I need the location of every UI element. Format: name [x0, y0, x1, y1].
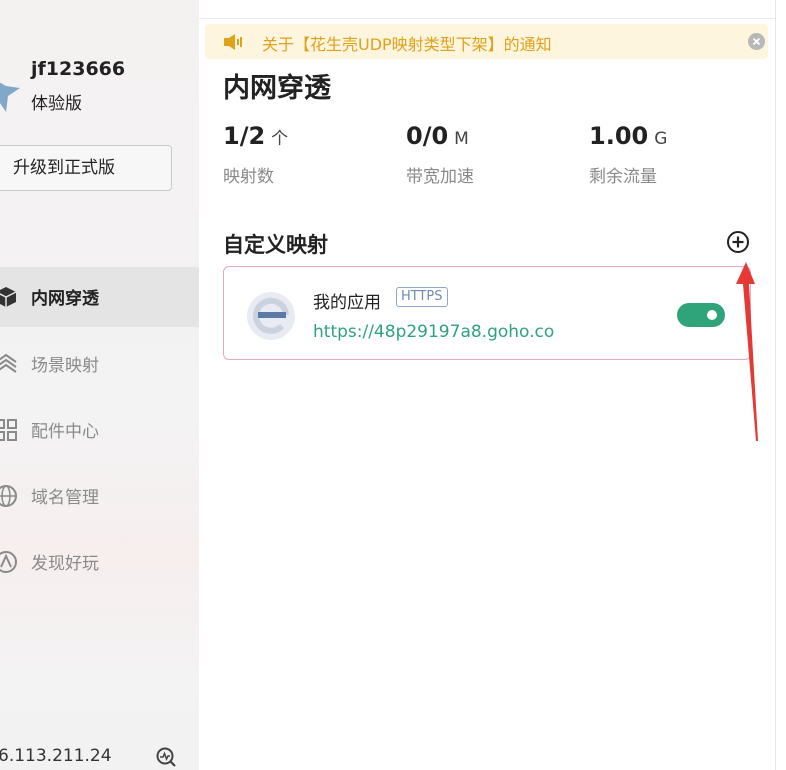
grid-icon [0, 419, 17, 441]
main-panel: 关于【花生壳UDP映射类型下架】的通知 内网穿透 1/2 个 映射数 0/0 M 带… [199, 0, 775, 770]
stat-unit: M [454, 129, 469, 149]
protocol-badge: HTTPS [396, 287, 448, 307]
sidebar-item-accessories[interactable]: 配件中心 [0, 400, 199, 460]
sidebar-item-label: 发现好玩 [31, 554, 99, 574]
sidebar-item-label: 内网穿透 [31, 289, 99, 309]
sidebar-item-label: 域名管理 [31, 488, 99, 508]
stat-unit: 个 [271, 129, 289, 149]
notice-text[interactable]: 关于【花生壳UDP映射类型下架】的通知 [262, 31, 552, 55]
sidebar-item-scene[interactable]: 场景映射 [0, 334, 199, 394]
star-avatar-icon [0, 82, 20, 112]
app-url-link[interactable]: https://48p29197a8.goho.co [313, 322, 554, 342]
cube-icon [0, 287, 17, 307]
stat-value: 1/2 [223, 122, 266, 150]
mapping-card[interactable]: 我的应用 HTTPS https://48p29197a8.goho.co [223, 266, 751, 360]
sidebar-item-label: 配件中心 [31, 422, 99, 442]
add-mapping-icon[interactable] [726, 230, 750, 254]
sidebar: jf123666 体验版 升级到正式版 内网穿透 场景映射 配件中心 域名管理 … [0, 0, 199, 770]
stat-label: 带宽加速 [406, 167, 474, 187]
upgrade-button[interactable]: 升级到正式版 [0, 145, 172, 191]
sidebar-item-intranet[interactable]: 内网穿透 [0, 267, 199, 327]
stat-traffic: 1.00 G 剩余流量 [589, 122, 668, 187]
stat-unit: G [654, 129, 668, 149]
stat-value: 0/0 [406, 122, 449, 150]
ip-address: 6.113.211.24 [0, 746, 112, 766]
notice-banner[interactable]: 关于【花生壳UDP映射类型下架】的通知 [205, 24, 768, 59]
stat-bandwidth: 0/0 M 带宽加速 [406, 122, 474, 187]
toggle-knob [707, 310, 717, 320]
app-icon [247, 292, 295, 340]
sidebar-item-label: 场景映射 [31, 356, 99, 376]
app-name: 我的应用 [313, 293, 381, 313]
plan-badge: 体验版 [31, 94, 82, 114]
network-check-icon[interactable] [155, 746, 177, 768]
globe-icon [0, 485, 17, 507]
speaker-icon [224, 34, 242, 50]
close-icon[interactable] [748, 33, 765, 50]
username: jf123666 [31, 58, 126, 80]
compass-icon [0, 551, 17, 573]
divider [199, 18, 775, 19]
page-title: 内网穿透 [223, 73, 331, 104]
sidebar-item-domain[interactable]: 域名管理 [0, 466, 199, 526]
layers-icon [0, 353, 17, 373]
stat-label: 映射数 [223, 167, 274, 187]
stat-mappings: 1/2 个 映射数 [223, 122, 289, 187]
section-title: 自定义映射 [223, 233, 328, 257]
enable-toggle[interactable] [677, 303, 725, 327]
stat-value: 1.00 [589, 122, 649, 150]
stat-label: 剩余流量 [589, 167, 657, 187]
sidebar-item-discover[interactable]: 发现好玩 [0, 532, 199, 592]
window-edge [775, 0, 776, 770]
